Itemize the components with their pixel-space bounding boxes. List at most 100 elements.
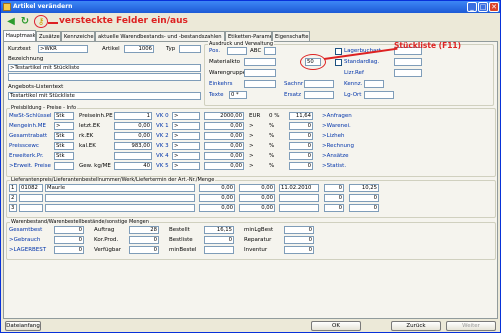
preis-link[interactable]: >Anfragen: [322, 113, 352, 119]
vk-field[interactable]: >: [172, 142, 200, 150]
lief-name-field[interactable]: [45, 204, 195, 212]
bezeichnung-field-2[interactable]: [8, 73, 201, 81]
materialkto-field[interactable]: [244, 58, 276, 66]
einkehrs-field[interactable]: [244, 80, 276, 88]
lief-nr-field[interactable]: 01082: [19, 184, 43, 192]
extra-field[interactable]: 0: [289, 162, 313, 170]
bestand-field[interactable]: 16,15: [204, 226, 234, 234]
typ-field[interactable]: [179, 45, 201, 53]
lief-ek-field[interactable]: 0,00: [239, 204, 275, 212]
preis-link[interactable]: >Warenei.: [322, 123, 351, 129]
bestand-field[interactable]: 0: [129, 246, 159, 254]
preis-mid-field[interactable]: [114, 152, 152, 160]
lief-date-field[interactable]: [279, 194, 319, 202]
bestand-field[interactable]: 0: [54, 226, 84, 234]
extra-field[interactable]: 0: [289, 142, 313, 150]
preis-link[interactable]: >Statist.: [322, 163, 346, 169]
tab-zusaetze[interactable]: Zusätze: [36, 31, 61, 41]
lief-date-field[interactable]: 11.02.2010: [279, 184, 319, 192]
lief-index-field[interactable]: 2: [9, 194, 17, 202]
vk-field[interactable]: >: [172, 112, 200, 120]
lizref-field[interactable]: [394, 69, 422, 77]
lief-nr-field[interactable]: [19, 204, 43, 212]
preis-unit-field[interactable]: >: [54, 122, 74, 130]
angebots-field[interactable]: Testartikel mit Stückliste: [8, 92, 201, 100]
price-field[interactable]: 0,00: [204, 122, 244, 130]
lief-name-field[interactable]: Maurle: [45, 184, 195, 192]
tab-warenbestand[interactable]: aktuelle Warendbestands- und -bestandsza…: [95, 31, 225, 41]
bezeichnung-field-1[interactable]: >Testartikel mit Stückliste: [8, 64, 201, 72]
extra-field[interactable]: 0: [289, 132, 313, 140]
lief-index-field[interactable]: 1: [9, 184, 17, 192]
vk-field[interactable]: >: [172, 132, 200, 140]
weiter-button[interactable]: Weiter: [446, 321, 496, 331]
price-field[interactable]: 0,00: [204, 152, 244, 160]
lief-price-field[interactable]: 0,00: [199, 184, 235, 192]
lief-ek-field[interactable]: 0,00: [239, 194, 275, 202]
preis-unit-field[interactable]: Stk: [54, 152, 74, 160]
lief-a-field[interactable]: 0: [324, 184, 344, 192]
tab-eigenschaften[interactable]: Eigenschaften: [272, 31, 310, 41]
vk-field[interactable]: >: [172, 122, 200, 130]
vk-field[interactable]: >: [172, 152, 200, 160]
texte-field[interactable]: 0 *: [229, 91, 247, 99]
preis-link[interactable]: >Ansätze: [322, 153, 349, 159]
dateianfang-button[interactable]: Dateianfang: [5, 321, 41, 331]
bestand-field[interactable]: 28: [129, 226, 159, 234]
lief-b-field[interactable]: 0: [349, 194, 379, 202]
lief-nr-field[interactable]: [19, 194, 43, 202]
lief-name-field[interactable]: [45, 194, 195, 202]
lief-date-field[interactable]: [279, 204, 319, 212]
preis-unit-field[interactable]: Stk: [54, 112, 74, 120]
lief-ek-field[interactable]: 0,00: [239, 184, 275, 192]
bestand-field[interactable]: 0: [54, 246, 84, 254]
extra-field[interactable]: 11,64: [289, 112, 313, 120]
bestand-field[interactable]: 0: [129, 236, 159, 244]
price-field[interactable]: 0,00: [204, 132, 244, 140]
vk-field[interactable]: >: [172, 162, 200, 170]
artikel-field[interactable]: 1006: [124, 45, 154, 53]
key-icon[interactable]: ⚷: [34, 15, 48, 28]
preis-mid-field[interactable]: 0,00: [114, 132, 152, 140]
price-field[interactable]: 0,00: [204, 162, 244, 170]
ersatz-field[interactable]: [304, 91, 334, 99]
preis-link[interactable]: >Rechnung: [322, 143, 354, 149]
bestand-field[interactable]: [204, 246, 234, 254]
kurztext-field[interactable]: >WKR: [38, 45, 88, 53]
preis-mid-field[interactable]: 40: [114, 162, 152, 170]
lagerbuch-checkbox[interactable]: [335, 48, 342, 55]
tab-etiketten[interactable]: Etiketten-Parameter: [225, 31, 272, 41]
preis-link[interactable]: >Lizheh: [322, 133, 344, 139]
lief-a-field[interactable]: 0: [324, 194, 344, 202]
bestand-field[interactable]: 0: [204, 236, 234, 244]
bestand-field[interactable]: 0: [284, 246, 314, 254]
lief-price-field[interactable]: 0,00: [199, 194, 235, 202]
extra-field[interactable]: 0: [289, 122, 313, 130]
extra-field[interactable]: 0: [289, 152, 313, 160]
bestand-field[interactable]: 0: [284, 226, 314, 234]
back-arrow-icon[interactable]: ◀: [5, 16, 17, 28]
preis-unit-field[interactable]: [54, 162, 74, 170]
preis-mid-field[interactable]: 0,00: [114, 122, 152, 130]
lief-index-field[interactable]: 3: [9, 204, 17, 212]
lief-price-field[interactable]: 0,00: [199, 204, 235, 212]
ok-button[interactable]: OK: [311, 321, 361, 331]
lief-b-field[interactable]: 0: [349, 204, 379, 212]
bestand-field[interactable]: 0: [54, 236, 84, 244]
lief-a-field[interactable]: 0: [324, 204, 344, 212]
tab-hauptmaske[interactable]: Hauptmaske: [3, 30, 36, 41]
refresh-icon[interactable]: ↻: [19, 16, 31, 28]
standardlag-field[interactable]: [394, 58, 422, 66]
zurueck-button[interactable]: Zurück: [391, 321, 441, 331]
pos-field[interactable]: [227, 47, 247, 55]
maximize-button[interactable]: □: [478, 2, 488, 12]
close-button[interactable]: ✕: [489, 2, 499, 12]
sachnr-field[interactable]: [304, 80, 334, 88]
preis-unit-field[interactable]: Stk: [54, 142, 74, 150]
price-field[interactable]: 0,00: [204, 142, 244, 150]
lief-b-field[interactable]: 10,25: [349, 184, 379, 192]
preis-mid-field[interactable]: 983,00: [114, 142, 152, 150]
abc-field[interactable]: [264, 47, 276, 55]
price-field[interactable]: 2000,00: [204, 112, 244, 120]
standardlag-checkbox[interactable]: [335, 59, 342, 66]
